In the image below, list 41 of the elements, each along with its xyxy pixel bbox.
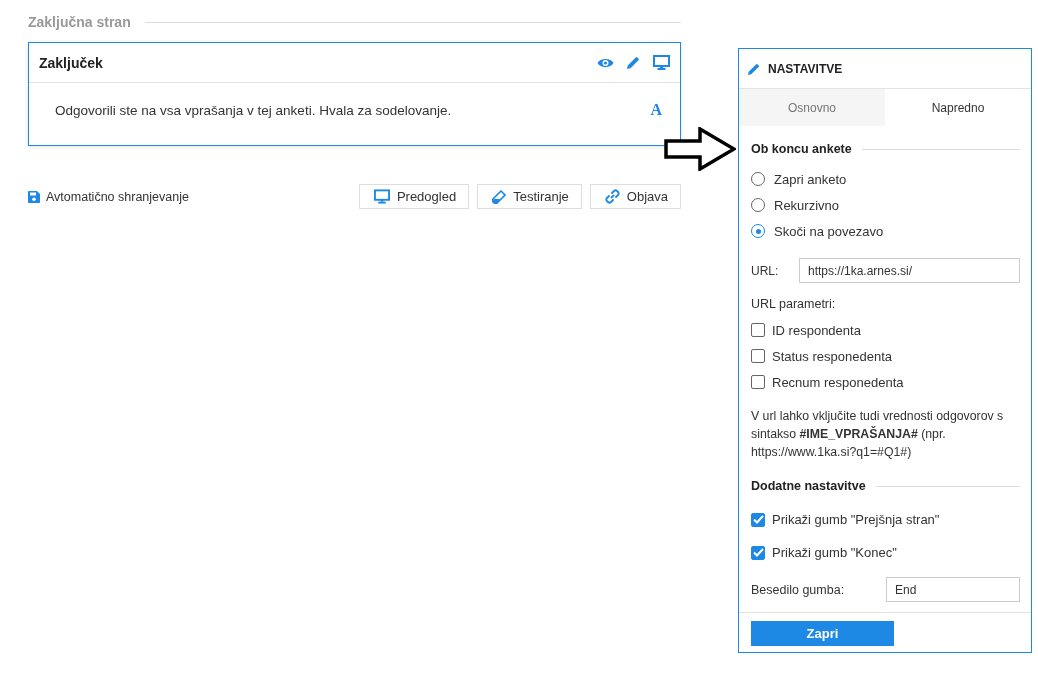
test-tube-icon xyxy=(492,189,507,204)
url-label: URL: xyxy=(751,263,780,278)
checkbox[interactable] xyxy=(751,323,765,337)
link-icon xyxy=(604,189,620,204)
params-label: URL parametri: xyxy=(751,297,837,311)
checkbox[interactable] xyxy=(751,349,765,363)
checkbox-label[interactable]: Recnum responedenta xyxy=(772,374,904,390)
url-field[interactable]: https://1ka.arnes.si/ xyxy=(799,258,1020,283)
action-button[interactable]: Objava xyxy=(589,184,681,209)
monitor-icon xyxy=(373,189,390,204)
monitor-icon[interactable] xyxy=(653,55,670,70)
eye-icon[interactable] xyxy=(597,56,614,69)
checkbox-label[interactable]: Prikaži gumb "Prejšnja stran" xyxy=(772,512,940,527)
hint-text: V url lahko vključite tudi vrednosti odgovorov s sintakso #IME_VPRAŠANJA# (npr. https://www.1ka.si?q1=#Q1#) xyxy=(751,408,1005,461)
button-text-label: Besedilo gumba: xyxy=(751,582,845,597)
checkbox-label[interactable]: Prikaži gumb "Konec" xyxy=(772,545,897,560)
card-title: Zaključek xyxy=(39,54,103,71)
radio-label[interactable]: Skoči na povezavo xyxy=(774,223,884,239)
checkbox-label[interactable]: ID respondenta xyxy=(772,322,861,338)
font-icon[interactable]: A xyxy=(650,101,662,119)
checkbox[interactable] xyxy=(751,375,765,389)
button-text-field[interactable]: End xyxy=(886,577,1020,602)
save-icon xyxy=(28,190,40,203)
checkbox-label[interactable]: Status responedenta xyxy=(772,348,892,364)
checkbox[interactable] xyxy=(751,545,765,560)
pencil-icon[interactable] xyxy=(626,55,641,70)
section-heading: Ob koncu ankete xyxy=(751,142,852,156)
checkbox[interactable] xyxy=(751,512,765,527)
tab[interactable]: Osnovno xyxy=(739,89,885,126)
section-title: Zaključna stran xyxy=(28,14,131,30)
arrow-icon xyxy=(664,127,736,171)
radio-label[interactable]: Zapri anketo xyxy=(774,171,847,187)
action-button[interactable]: Testiranje xyxy=(477,184,582,209)
close-button[interactable]: Zapri xyxy=(751,621,894,646)
section-heading: Dodatne nastavitve xyxy=(751,479,866,493)
autosave-label: Avtomatično shranjevanje xyxy=(46,189,189,204)
panel-title: NASTAVITVE xyxy=(768,61,843,76)
radio-label[interactable]: Rekurzivno xyxy=(774,197,840,213)
action-button[interactable]: Predogled xyxy=(358,184,470,209)
pencil-icon xyxy=(747,61,761,76)
closing-message[interactable]: Odgovorili ste na vsa vprašanja v tej anketi. Hvala za sodelovanje. xyxy=(55,102,452,118)
